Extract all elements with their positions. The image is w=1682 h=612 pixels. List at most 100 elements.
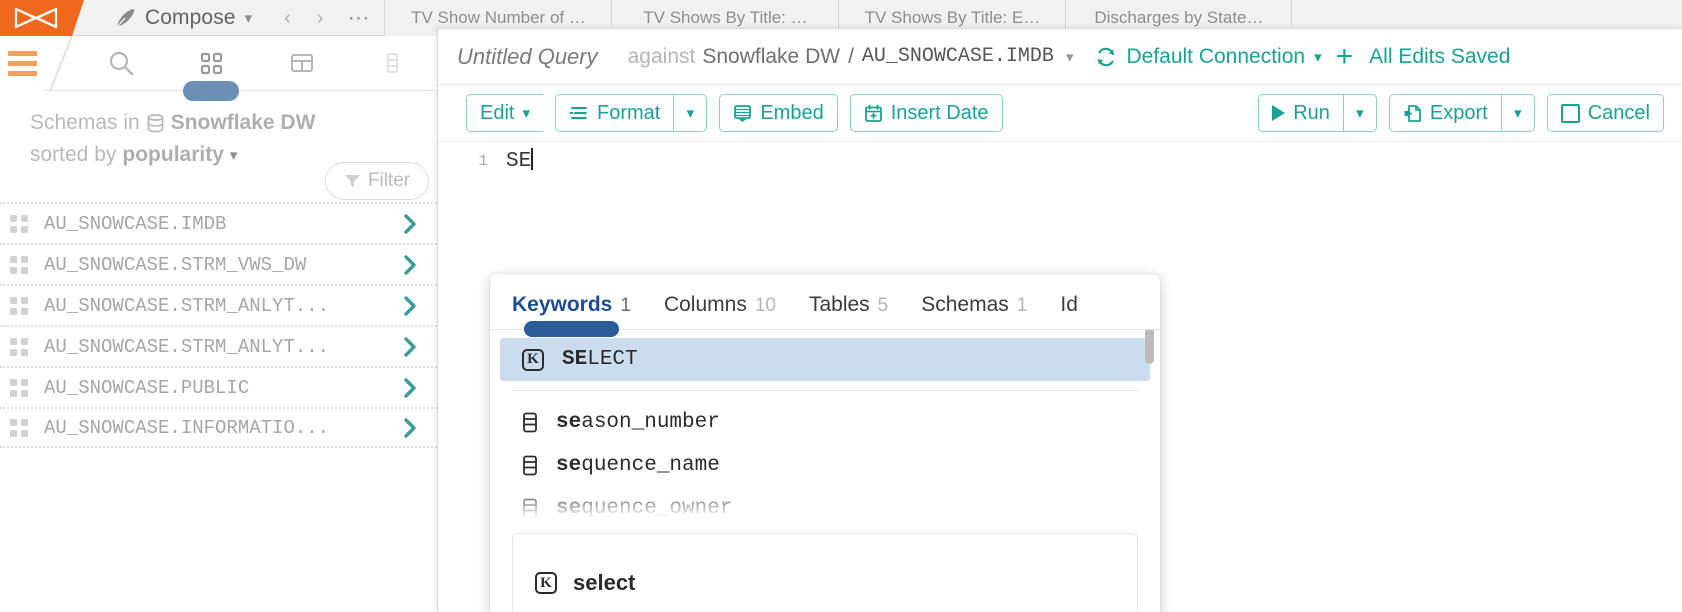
sidebar-item-columns[interactable] xyxy=(347,36,437,91)
schema-grid-icon xyxy=(10,418,28,437)
list-item[interactable]: AU_SNOWCASE.STRM_ANLYT... xyxy=(0,284,437,325)
sidebar-icon-row xyxy=(0,35,437,101)
tab-keywords[interactable]: Keywords 1 xyxy=(512,293,631,337)
schema-name: AU_SNOWCASE.STRM_VWS_DW xyxy=(44,253,307,276)
tab-keywords-count: 1 xyxy=(620,295,631,316)
against-label: against xyxy=(627,44,696,68)
format-button[interactable]: Format xyxy=(555,94,674,132)
column-icon xyxy=(523,412,537,433)
editor-text-line: SE xyxy=(506,148,534,173)
chevron-right-icon[interactable]: › xyxy=(317,8,324,28)
tab-tables[interactable]: Tables 5 xyxy=(809,293,888,329)
path-separator: / xyxy=(848,44,854,68)
database-icon xyxy=(147,113,164,132)
result-rest: quence_name xyxy=(581,454,720,477)
schema-name: AU_SNOWCASE.PUBLIC xyxy=(44,376,250,399)
run-button-group: Run ▾ xyxy=(1258,94,1377,132)
result-matched: se xyxy=(556,454,582,477)
schemas-heading-prefix: Schemas in xyxy=(30,111,140,134)
chevron-right-icon[interactable] xyxy=(399,254,421,276)
list-item[interactable]: AU_SNOWCASE.STRM_ANLYT... xyxy=(0,325,437,366)
bowtie-logo-icon xyxy=(14,7,58,29)
sidebar-item-tables[interactable] xyxy=(257,36,347,91)
app-root: Compose ▾ ‹ › ⋯ TV Show Number of … TV S… xyxy=(0,0,1682,612)
run-button[interactable]: Run xyxy=(1258,94,1343,132)
insert-date-button[interactable]: Insert Date xyxy=(849,94,1003,132)
tab-columns[interactable]: Columns 10 xyxy=(664,293,776,329)
schemas-heading-db: Snowflake DW xyxy=(170,111,316,134)
edit-button-group: Edit ▾ xyxy=(466,94,543,132)
export-button[interactable]: Export xyxy=(1388,94,1501,132)
schema-grid-icon xyxy=(10,378,28,397)
scrollbar-thumb[interactable] xyxy=(1145,330,1154,364)
list-item[interactable]: AU_SNOWCASE.INFORMATIO... xyxy=(0,407,437,448)
schema-grid-icon xyxy=(10,214,28,233)
result-rest: LECT xyxy=(587,348,638,371)
tab-identifiers-label: Id xyxy=(1060,293,1078,316)
chevron-right-icon[interactable] xyxy=(399,417,421,439)
schema-grid-icon xyxy=(10,337,28,356)
editor-code: SE xyxy=(506,150,532,173)
more-dots-icon[interactable]: ⋯ xyxy=(323,0,370,35)
result-matched: SE xyxy=(562,348,588,371)
query-title[interactable]: Untitled Query xyxy=(457,44,598,70)
chevron-right-icon[interactable] xyxy=(399,295,421,317)
calendar-plus-icon xyxy=(864,104,882,122)
schema-name: AU_SNOWCASE.STRM_ANLYT... xyxy=(44,294,330,317)
sql-editor[interactable]: 1 SE Keywords 1 Columns 10 Tables 5 Sche… xyxy=(438,142,1682,612)
list-item[interactable]: K SELECT xyxy=(500,338,1150,381)
tab-schemas[interactable]: Schemas 1 xyxy=(921,293,1027,329)
list-item[interactable]: sequence_name xyxy=(500,444,1150,487)
schema-grid-icon xyxy=(10,296,28,315)
list-item[interactable]: AU_SNOWCASE.PUBLIC xyxy=(0,366,437,407)
columns-icon xyxy=(386,53,398,73)
cancel-label: Cancel xyxy=(1587,101,1650,124)
list-item[interactable]: AU_SNOWCASE.STRM_VWS_DW xyxy=(0,243,437,284)
preview-card: K select xyxy=(512,533,1138,612)
tab-tables-label: Tables xyxy=(808,293,870,316)
app-logo[interactable] xyxy=(0,0,84,36)
autocomplete-preview: K select xyxy=(490,515,1160,612)
refresh-icon xyxy=(1098,47,1115,66)
chevron-right-icon[interactable] xyxy=(399,213,421,235)
export-dropdown-button[interactable]: ▾ xyxy=(1500,94,1535,132)
hamburger-menu-icon[interactable] xyxy=(0,35,44,91)
query-pane: Untitled Query against Snowflake DW / AU… xyxy=(437,28,1682,612)
chevron-right-icon[interactable] xyxy=(399,377,421,399)
embed-button[interactable]: Embed xyxy=(719,94,838,132)
datasource-name[interactable]: Snowflake DW xyxy=(702,45,840,69)
tables-icon xyxy=(290,54,313,72)
nav-arrows[interactable]: ‹ › xyxy=(258,0,323,35)
result-matched: se xyxy=(556,411,582,434)
left-sidebar: Schemas in Snowflake DW sorted by popula… xyxy=(0,35,437,612)
schema-name: AU_SNOWCASE.STRM_ANLYT... xyxy=(44,335,330,358)
schema-selector[interactable]: AU_SNOWCASE.IMDB xyxy=(862,45,1054,68)
chevron-down-icon: ▾ xyxy=(522,105,530,122)
tab-identifiers[interactable]: Id xyxy=(1060,293,1078,329)
active-tab-indicator xyxy=(183,80,240,101)
result-rest: ason_number xyxy=(581,411,720,434)
insert-date-label: Insert Date xyxy=(890,101,989,124)
connection-selector[interactable]: Default Connection ▾ xyxy=(1095,45,1322,69)
sidebar-item-schemas[interactable] xyxy=(166,36,256,101)
result-name: season_number xyxy=(556,411,720,434)
edit-button[interactable]: Edit ▾ xyxy=(466,94,543,132)
format-label: Format xyxy=(597,101,661,124)
query-header: Untitled Query against Snowflake DW / AU… xyxy=(438,29,1682,85)
result-name: SELECT xyxy=(562,348,638,371)
chevron-down-icon: ▾ xyxy=(244,9,253,27)
run-dropdown-button[interactable]: ▾ xyxy=(1342,94,1377,132)
list-item[interactable]: AU_SNOWCASE.IMDB xyxy=(0,202,437,243)
filter-button[interactable]: Filter xyxy=(325,162,429,200)
chevron-right-icon[interactable] xyxy=(399,336,421,358)
filter-funnel-icon xyxy=(344,175,360,188)
chevron-left-icon[interactable]: ‹ xyxy=(284,8,291,28)
keyword-badge-icon: K xyxy=(535,572,557,594)
chevron-down-icon[interactable]: ▾ xyxy=(1066,48,1074,66)
cancel-button[interactable]: Cancel xyxy=(1546,94,1664,132)
sidebar-item-search[interactable] xyxy=(76,36,166,91)
list-item[interactable]: season_number xyxy=(500,401,1150,444)
add-connection-button[interactable]: + xyxy=(1336,41,1354,72)
format-dropdown-button[interactable]: ▾ xyxy=(673,94,708,132)
compose-menu[interactable]: Compose ▾ xyxy=(72,0,258,35)
